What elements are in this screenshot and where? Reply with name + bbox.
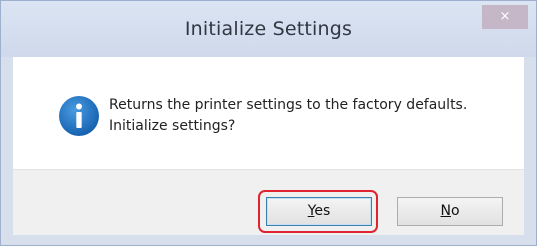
- yes-button[interactable]: Yes: [266, 197, 372, 226]
- no-button[interactable]: No: [397, 197, 503, 226]
- close-icon: ×: [499, 9, 511, 24]
- message-line-1: Returns the printer settings to the fact…: [109, 97, 468, 113]
- initialize-settings-dialog: Initialize Settings × Returns the printe…: [0, 0, 537, 246]
- button-bar: Yes No: [13, 169, 524, 235]
- close-button[interactable]: ×: [482, 5, 528, 29]
- info-icon: [59, 96, 99, 136]
- dialog-content: Returns the printer settings to the fact…: [13, 57, 524, 235]
- yes-label-rest: es: [314, 203, 331, 219]
- title-bar[interactable]: Initialize Settings ×: [1, 1, 536, 57]
- message-line-2: Initialize settings?: [109, 118, 236, 134]
- no-accelerator: N: [440, 203, 451, 219]
- message-text: Returns the printer settings to the fact…: [109, 95, 519, 137]
- dialog-title: Initialize Settings: [184, 18, 353, 40]
- no-label-rest: o: [450, 203, 460, 219]
